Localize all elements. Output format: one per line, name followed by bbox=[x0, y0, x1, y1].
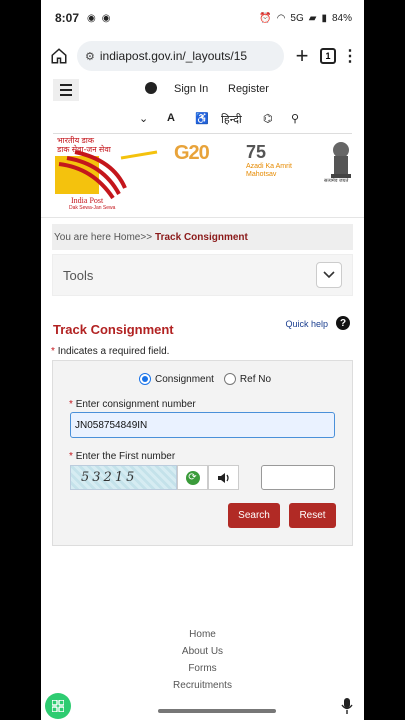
captcha-image: 53215 bbox=[70, 465, 177, 490]
battery-icon: ▮ bbox=[321, 12, 327, 24]
notification-icon: ◉ bbox=[87, 12, 96, 24]
chevron-down-icon bbox=[323, 271, 335, 279]
sitemap-icon[interactable]: ⌬ bbox=[263, 112, 273, 125]
consignment-number-label: * Enter consignment number bbox=[69, 399, 196, 410]
first-number-label: * Enter the First number bbox=[69, 451, 175, 462]
status-time: 8:07 bbox=[55, 11, 80, 25]
speaker-icon bbox=[217, 472, 229, 483]
accessibility-icon[interactable]: ♿ bbox=[195, 112, 209, 125]
url-text: indiapost.gov.in/_layouts/15 bbox=[99, 49, 248, 63]
new-tab-button[interactable]: + bbox=[290, 43, 314, 69]
breadcrumb-current: Track Consignment bbox=[155, 231, 248, 243]
site-header: Sign In Register ⌄ A ♿ हिन्दी ⌬ ⚲ bbox=[41, 76, 364, 134]
chevron-down-icon[interactable]: ⌄ bbox=[139, 112, 148, 125]
breadcrumb-prefix: You are here bbox=[54, 231, 111, 243]
audio-captcha-button[interactable] bbox=[208, 465, 239, 490]
footer-link-home[interactable]: Home bbox=[41, 628, 364, 645]
required-note-text: Indicates a required field. bbox=[57, 346, 170, 357]
india-post-hindi: भारतीय डाक डाक सेवा-जन सेवा bbox=[57, 136, 111, 154]
gesture-bar bbox=[41, 690, 364, 720]
footer-link-about-us[interactable]: About Us bbox=[41, 645, 364, 662]
consignment-label-text: Enter consignment number bbox=[75, 399, 196, 410]
url-bar[interactable]: ⚙ indiapost.gov.in/_layouts/15 bbox=[77, 41, 284, 71]
radio-ref-no-label[interactable]: Ref No bbox=[240, 374, 271, 385]
battery-level: 84% bbox=[331, 12, 352, 24]
refresh-icon: ⟳ bbox=[185, 470, 200, 485]
search-button[interactable]: Search bbox=[228, 503, 280, 528]
phone-screen: 8:07 ◉ ◉ ⏰ ◠ 5G ▰ ▮ 84% ⚙ indiapost.gov.… bbox=[41, 0, 364, 720]
page-title: Track Consignment bbox=[53, 322, 174, 337]
track-consignment-header: Track Consignment Quick help ? bbox=[53, 316, 352, 337]
breadcrumb-home-link[interactable]: Home>> bbox=[114, 232, 152, 243]
azadi-75: 75 bbox=[246, 142, 267, 162]
alarm-icon: ⏰ bbox=[259, 12, 272, 24]
hindi-language-link[interactable]: हिन्दी bbox=[221, 112, 242, 127]
register-link[interactable]: Register bbox=[228, 83, 269, 95]
site-settings-icon[interactable]: ⚙ bbox=[85, 50, 95, 63]
network-label: 5G bbox=[290, 12, 304, 24]
microphone-icon[interactable] bbox=[337, 696, 357, 716]
india-post-hindi-name: भारतीय डाक bbox=[57, 136, 94, 145]
emblem-motto: सत्यमेव जयते bbox=[324, 178, 349, 184]
notification-icon-2: ◉ bbox=[101, 12, 111, 24]
national-emblem-logo bbox=[331, 142, 351, 178]
azadi-ka-amrit-mahotsav-logo: 75 Azadi Ka Amrit Mahotsav bbox=[246, 142, 294, 179]
site-top-row: Sign In Register bbox=[53, 76, 352, 104]
sign-in-link[interactable]: Sign In bbox=[174, 83, 208, 95]
font-size-icon[interactable]: A bbox=[167, 112, 175, 124]
india-post-name: India Post bbox=[71, 196, 104, 205]
tools-expand-button[interactable] bbox=[316, 262, 342, 288]
hamburger-menu-icon[interactable] bbox=[53, 79, 79, 101]
breadcrumb: You are here Home>> Track Consignment bbox=[52, 224, 353, 250]
first-number-label-text: Enter the First number bbox=[75, 451, 176, 462]
footer-links: Home About Us Forms Recruitments bbox=[41, 628, 364, 696]
required-star: * bbox=[69, 451, 73, 462]
reset-button[interactable]: Reset bbox=[289, 503, 336, 528]
user-icon bbox=[145, 82, 157, 94]
home-gesture-handle[interactable] bbox=[158, 709, 276, 713]
wifi-icon: ◠ bbox=[276, 12, 286, 24]
search-icon[interactable]: ⚲ bbox=[291, 112, 299, 125]
required-star: * bbox=[69, 399, 73, 410]
radio-consignment[interactable] bbox=[139, 373, 151, 385]
radio-consignment-label[interactable]: Consignment bbox=[155, 374, 214, 385]
apps-grid-icon[interactable] bbox=[45, 693, 71, 719]
accessibility-row: ⌄ A ♿ हिन्दी ⌬ ⚲ bbox=[53, 104, 352, 134]
status-right: ⏰ ◠ 5G ▰ ▮ 84% bbox=[259, 13, 352, 24]
help-icon[interactable]: ? bbox=[336, 316, 350, 330]
radio-ref-no[interactable] bbox=[223, 373, 236, 385]
footer-link-forms[interactable]: Forms bbox=[41, 662, 364, 679]
signal-icon: ▰ bbox=[308, 12, 317, 24]
tools-section: Tools bbox=[52, 254, 353, 296]
home-icon[interactable] bbox=[47, 44, 71, 68]
g20-logo: G20 bbox=[174, 142, 210, 165]
status-bar: 8:07 ◉ ◉ ⏰ ◠ 5G ▰ ▮ 84% bbox=[41, 0, 364, 36]
logo-strip: भारतीय डाक डाक सेवा-जन सेवा India Post D… bbox=[41, 134, 364, 218]
azadi-text: Azadi Ka Amrit Mahotsav bbox=[246, 163, 292, 178]
tools-label: Tools bbox=[63, 267, 94, 283]
browser-menu-icon[interactable]: ⋮ bbox=[342, 46, 358, 66]
india-post-hindi-tagline: डाक सेवा-जन सेवा bbox=[57, 145, 111, 154]
g20-text: G20 bbox=[174, 142, 210, 164]
consignment-number-input[interactable] bbox=[70, 412, 335, 438]
captcha-answer-input[interactable] bbox=[261, 465, 335, 490]
tab-switcher-button[interactable]: 1 bbox=[320, 48, 336, 64]
browser-toolbar: ⚙ indiapost.gov.in/_layouts/15 + 1 ⋮ bbox=[41, 36, 364, 76]
india-post-tagline: Dak Sewa-Jan Sewa bbox=[69, 205, 116, 211]
search-type-radio-group: Consignment Ref No bbox=[139, 373, 271, 385]
required-star: * bbox=[51, 346, 55, 357]
quick-help-link[interactable]: Quick help bbox=[285, 319, 328, 329]
required-field-note: * Indicates a required field. bbox=[51, 346, 352, 357]
refresh-captcha-button[interactable]: ⟳ bbox=[177, 465, 208, 490]
tracking-form: Consignment Ref No * Enter consignment n… bbox=[52, 360, 353, 546]
